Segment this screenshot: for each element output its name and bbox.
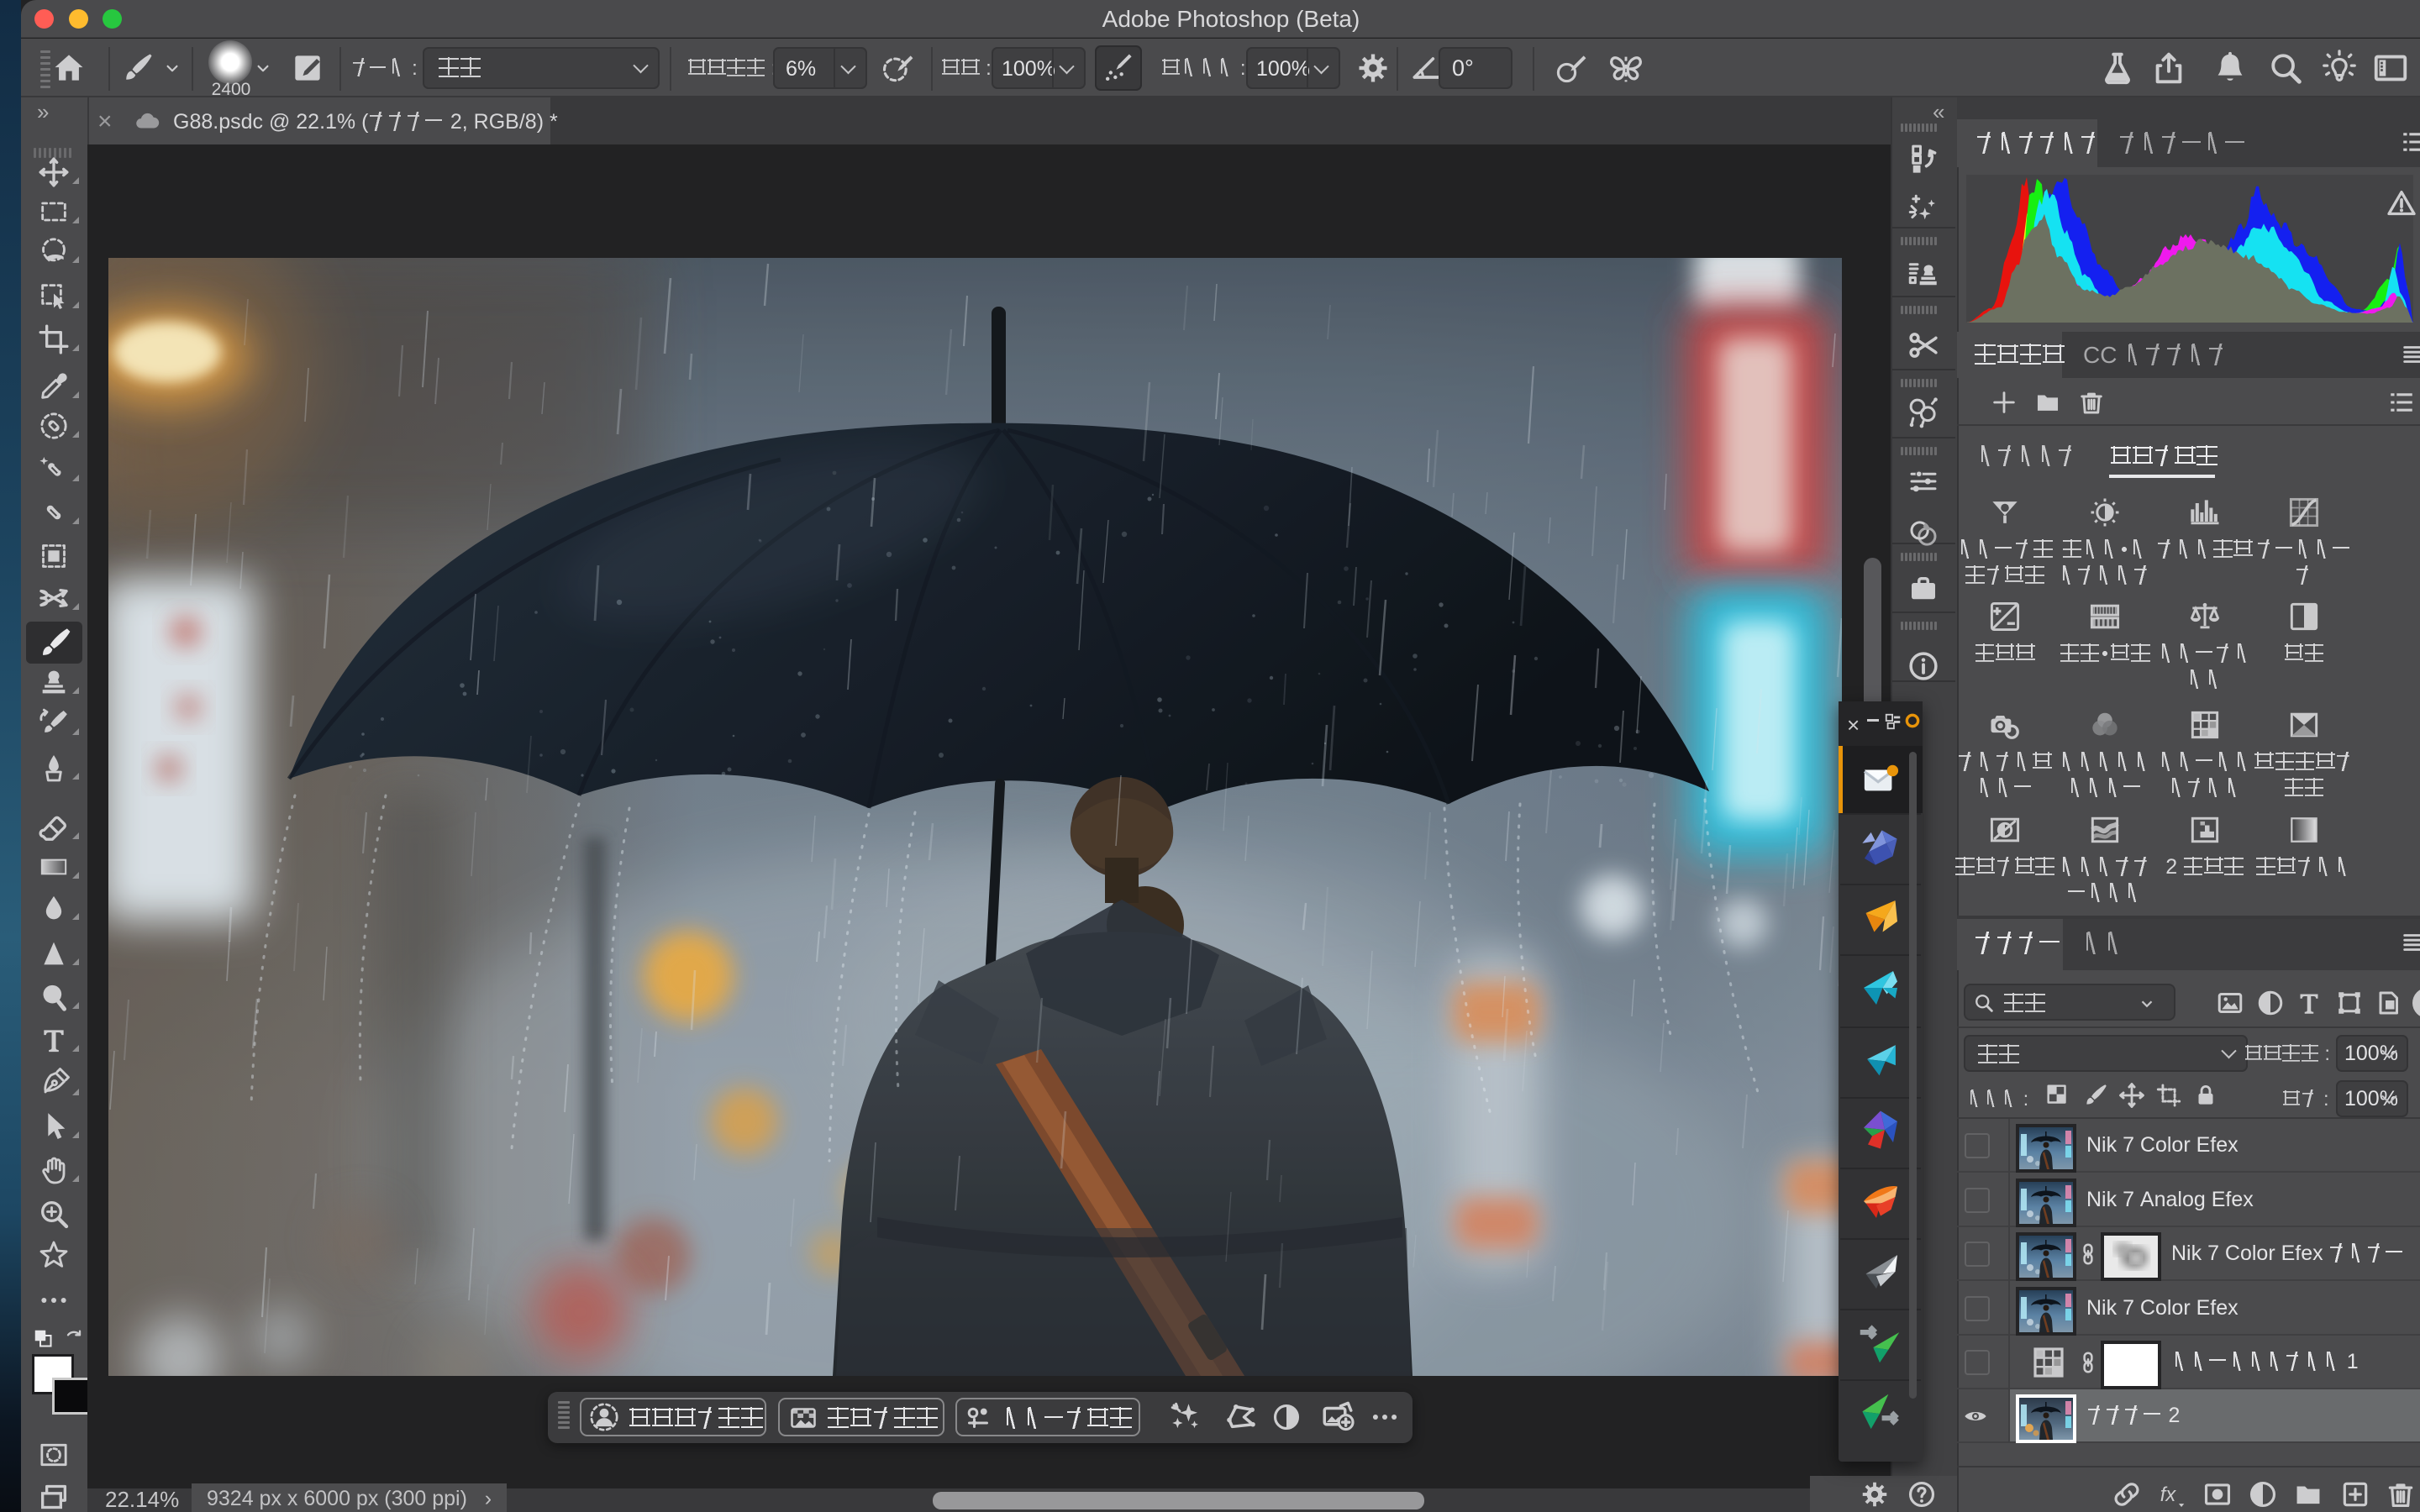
svg-text:fx: fx <box>2160 1483 2177 1506</box>
